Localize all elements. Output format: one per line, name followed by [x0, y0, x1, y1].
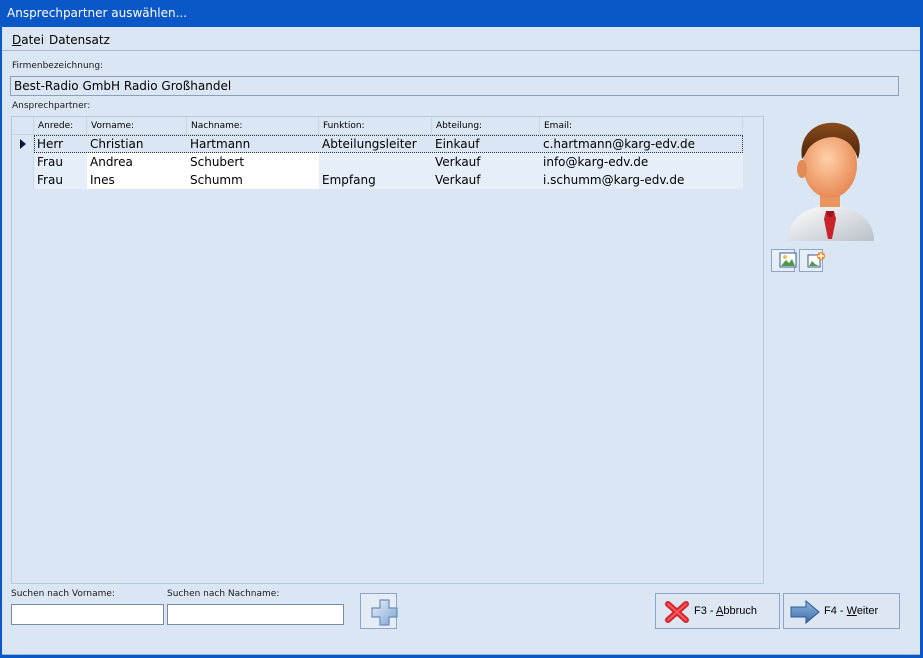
person-avatar-icon: [774, 115, 886, 243]
cell-vorname[interactable]: Andrea: [87, 153, 187, 171]
cell-nachname[interactable]: Schubert: [187, 153, 319, 171]
dialog-client: Datei Datensatz Firmenbezeichnung: Best-…: [2, 27, 920, 655]
cell-anrede[interactable]: Frau: [34, 153, 87, 171]
cell-email[interactable]: i.schumm@karg-edv.de: [540, 171, 743, 189]
contacts-label: Ansprechpartner:: [12, 101, 91, 111]
header-vorname[interactable]: Vorname:: [87, 117, 187, 135]
cell-anrede[interactable]: Herr: [34, 135, 87, 153]
window-title: Ansprechpartner auswählen...: [7, 6, 188, 20]
table-row[interactable]: Frau Ines Schumm Empfang Verkauf i.schum…: [12, 171, 743, 189]
header-anrede[interactable]: Anrede:: [34, 117, 87, 135]
menu-datensatz[interactable]: Datensatz: [49, 33, 110, 47]
search-firstname-label: Suchen nach Vorname:: [11, 589, 115, 599]
cell-abteilung[interactable]: Verkauf: [432, 153, 540, 171]
add-contact-button[interactable]: [360, 593, 398, 629]
search-lastname-input[interactable]: [167, 604, 344, 625]
title-bar: Ansprechpartner auswählen...: [0, 0, 923, 27]
arrow-right-icon: [790, 599, 820, 625]
red-x-icon: [665, 601, 689, 623]
cancel-button-label: F3 - Abbruch: [694, 605, 757, 617]
cell-funktion[interactable]: [319, 153, 432, 171]
image-icon: [779, 252, 797, 268]
header-nachname[interactable]: Nachname:: [187, 117, 319, 135]
cell-nachname[interactable]: Schumm: [187, 171, 319, 189]
search-firstname-input[interactable]: [11, 604, 164, 625]
cell-funktion[interactable]: Empfang: [319, 171, 432, 189]
menu-datei[interactable]: Datei: [12, 33, 44, 47]
contacts-grid[interactable]: Anrede: Vorname: Nachname: Funktion: Abt…: [11, 116, 764, 584]
table-row[interactable]: Frau Andrea Schubert Verkauf info@karg-e…: [12, 153, 743, 171]
cell-email[interactable]: c.hartmann@karg-edv.de: [540, 135, 743, 153]
edit-photo-button[interactable]: [799, 249, 825, 272]
current-row-arrow-icon: [20, 139, 26, 149]
cell-vorname[interactable]: Christian: [87, 135, 187, 153]
header-email[interactable]: Email:: [540, 117, 743, 135]
header-abteilung[interactable]: Abteilung:: [432, 117, 540, 135]
menu-bar: Datei Datensatz: [2, 27, 920, 51]
cell-funktion[interactable]: Abteilungsleiter: [319, 135, 432, 153]
next-button-label: F4 - Weiter: [824, 605, 879, 617]
search-lastname-label: Suchen nach Nachname:: [167, 589, 280, 599]
edit-image-icon: [807, 252, 825, 268]
row-selector[interactable]: [12, 153, 34, 171]
row-selector[interactable]: [12, 135, 34, 153]
header-funktion[interactable]: Funktion:: [319, 117, 432, 135]
next-button[interactable]: F4 - Weiter: [783, 593, 900, 629]
company-label: Firmenbezeichnung:: [12, 61, 104, 71]
dialog-window: Ansprechpartner auswählen... Datei Daten…: [0, 0, 923, 658]
cell-email[interactable]: info@karg-edv.de: [540, 153, 743, 171]
load-photo-button[interactable]: [771, 249, 797, 272]
plus-icon: [371, 599, 398, 626]
grid-header: Anrede: Vorname: Nachname: Funktion: Abt…: [12, 117, 743, 135]
table-row[interactable]: Herr Christian Hartmann Abteilungsleiter…: [12, 135, 743, 153]
cell-abteilung[interactable]: Verkauf: [432, 171, 540, 189]
cell-nachname[interactable]: Hartmann: [187, 135, 319, 153]
header-selector: [12, 117, 34, 135]
cell-abteilung[interactable]: Einkauf: [432, 135, 540, 153]
cancel-button[interactable]: F3 - Abbruch: [655, 593, 780, 629]
company-field: Best-Radio GmbH Radio Großhandel: [10, 76, 899, 96]
cell-anrede[interactable]: Frau: [34, 171, 87, 189]
row-selector[interactable]: [12, 171, 34, 189]
cell-vorname[interactable]: Ines: [87, 171, 187, 189]
